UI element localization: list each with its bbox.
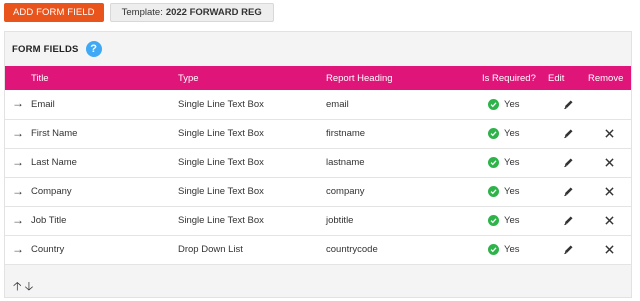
template-selector[interactable]: Template: 2022 FORWARD REG <box>109 3 274 22</box>
field-required: Yes <box>482 119 548 149</box>
pencil-icon[interactable] <box>548 99 588 110</box>
required-value: Yes <box>504 128 520 139</box>
field-required: Yes <box>482 235 548 265</box>
drag-handle[interactable]: → <box>5 235 31 265</box>
pencil-icon[interactable] <box>548 215 588 226</box>
table-row: → Job Title Single Line Text Box jobtitle Ye… <box>5 206 631 236</box>
field-type: Single Line Text Box <box>178 119 326 149</box>
header-handle <box>5 66 31 90</box>
check-circle-icon <box>488 98 499 110</box>
pencil-icon[interactable] <box>548 128 588 139</box>
right-arrow-icon[interactable]: → <box>12 126 24 140</box>
panel-title: FORM FIELDS <box>12 43 79 55</box>
edit-cell <box>548 206 588 236</box>
pencil-icon[interactable] <box>548 186 588 197</box>
table-row: → Company Single Line Text Box company Yes <box>5 177 631 207</box>
field-type: Single Line Text Box <box>178 148 326 178</box>
header-edit: Edit <box>548 66 588 90</box>
drag-handle[interactable]: → <box>5 119 31 149</box>
right-arrow-icon[interactable]: → <box>12 242 24 256</box>
check-circle-icon <box>488 244 499 255</box>
right-arrow-icon[interactable]: → <box>12 213 24 227</box>
edit-cell <box>548 235 588 265</box>
close-icon[interactable] <box>588 158 631 167</box>
field-title: Last Name <box>31 148 178 178</box>
check-circle-icon <box>488 157 499 168</box>
table-header-row: Title Type Report Heading Is Required? E… <box>5 66 631 90</box>
template-label: Template: <box>121 7 163 18</box>
field-report-heading: company <box>326 177 482 207</box>
edit-cell <box>548 177 588 207</box>
table-row: → Last Name Single Line Text Box lastname Ye… <box>5 148 631 178</box>
remove-cell <box>588 177 631 207</box>
edit-cell <box>548 119 588 149</box>
field-type: Single Line Text Box <box>178 90 326 120</box>
field-type: Drop Down List <box>178 235 326 265</box>
close-icon[interactable] <box>588 216 631 225</box>
required-value: Yes <box>504 244 520 255</box>
remove-cell <box>588 90 631 120</box>
field-title: First Name <box>31 119 178 149</box>
field-title: Job Title <box>31 206 178 236</box>
check-circle-icon <box>488 215 499 226</box>
add-form-field-button[interactable]: ADD FORM FIELD <box>4 3 104 22</box>
sort-controls: 🡡 🡣 <box>13 277 33 298</box>
drag-handle[interactable]: → <box>5 206 31 236</box>
form-fields-panel: FORM FIELDS ? Title Type Report Heading … <box>4 31 632 298</box>
panel-header: FORM FIELDS ? <box>12 40 102 58</box>
up-arrow-icon[interactable]: 🡡 <box>13 277 22 298</box>
check-circle-icon <box>488 128 499 139</box>
field-title: Company <box>31 177 178 207</box>
table-row: → Email Single Line Text Box email Yes <box>5 90 631 120</box>
required-value: Yes <box>504 215 520 226</box>
header-remove: Remove <box>588 66 631 90</box>
close-icon[interactable] <box>588 187 631 196</box>
remove-cell <box>588 235 631 265</box>
field-title: Country <box>31 235 178 265</box>
right-arrow-icon[interactable]: → <box>12 184 24 198</box>
pencil-icon[interactable] <box>548 157 588 168</box>
required-value: Yes <box>504 157 520 168</box>
header-is-required: Is Required? <box>482 66 548 90</box>
table-row: → First Name Single Line Text Box firstname… <box>5 119 631 149</box>
field-report-heading: firstname <box>326 119 482 149</box>
pencil-icon[interactable] <box>548 244 588 255</box>
drag-handle[interactable]: → <box>5 148 31 178</box>
right-arrow-icon[interactable]: → <box>12 155 24 169</box>
check-circle-icon <box>488 186 499 197</box>
header-type: Type <box>178 66 326 90</box>
edit-cell <box>548 148 588 178</box>
field-title: Email <box>31 90 178 120</box>
drag-handle[interactable]: → <box>5 177 31 207</box>
field-report-heading: email <box>326 90 482 120</box>
right-arrow-icon[interactable]: → <box>12 96 24 110</box>
table-row: → Country Drop Down List countrycode Yes <box>5 235 631 265</box>
drag-handle[interactable]: → <box>5 90 31 120</box>
field-required: Yes <box>482 148 548 178</box>
remove-cell <box>588 148 631 178</box>
field-required: Yes <box>482 90 548 120</box>
down-arrow-icon[interactable]: 🡣 <box>25 277 34 298</box>
field-required: Yes <box>482 177 548 207</box>
field-type: Single Line Text Box <box>178 177 326 207</box>
field-required: Yes <box>482 206 548 236</box>
remove-cell <box>588 206 631 236</box>
close-icon[interactable] <box>588 129 631 138</box>
remove-cell <box>588 119 631 149</box>
form-fields-table: Title Type Report Heading Is Required? E… <box>5 66 631 265</box>
field-report-heading: countrycode <box>326 235 482 265</box>
required-value: Yes <box>504 186 520 197</box>
toolbar: ADD FORM FIELD Template: 2022 FORWARD RE… <box>4 3 274 22</box>
close-icon[interactable] <box>588 245 631 254</box>
edit-cell <box>548 90 588 120</box>
template-value: 2022 FORWARD REG <box>165 7 262 18</box>
header-report-heading: Report Heading <box>326 66 482 90</box>
help-icon[interactable]: ? <box>85 41 102 57</box>
field-report-heading: lastname <box>326 148 482 178</box>
header-title: Title <box>31 66 178 90</box>
field-type: Single Line Text Box <box>178 206 326 236</box>
field-report-heading: jobtitle <box>326 206 482 236</box>
required-value: Yes <box>504 98 520 110</box>
